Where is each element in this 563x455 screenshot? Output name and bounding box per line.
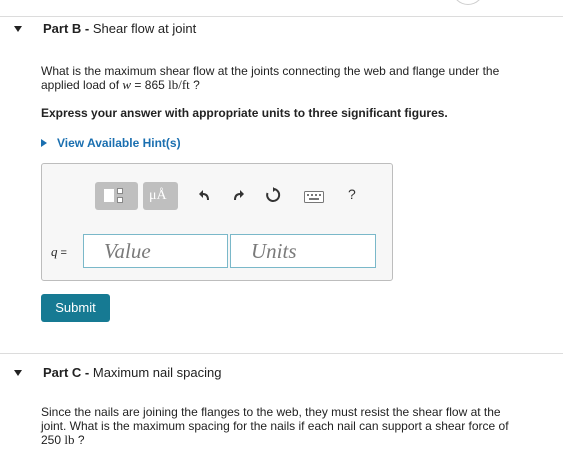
question-line-1: What is the maximum shear flow at the jo… (41, 64, 500, 78)
view-hints-link[interactable]: View Available Hint(s) (57, 136, 181, 150)
load-unit: lb/ft (168, 77, 190, 92)
symbols-button[interactable]: μÅ (143, 182, 178, 210)
collapse-part-b-icon[interactable] (14, 26, 22, 32)
nail-force-unit: lb (64, 432, 75, 447)
question-line-2: applied load of w = 865 lb/ft ? (41, 77, 556, 93)
part-b-title: Shear flow at joint (92, 21, 197, 36)
redo-icon[interactable] (231, 188, 245, 205)
question-prefix: applied load of (41, 78, 120, 92)
templates-icon-dot-2 (117, 197, 123, 203)
keyboard-icon[interactable] (304, 190, 324, 206)
answer-equals: = (57, 247, 67, 259)
part-c-question-end: ? (74, 433, 85, 447)
templates-icon-dot (117, 188, 123, 194)
answer-label: q = (51, 245, 67, 260)
part-c-line-1: Since the nails are joining the flanges … (41, 405, 501, 419)
top-divider (0, 16, 563, 17)
units-input[interactable]: Units (230, 234, 376, 268)
value-input[interactable]: Value (83, 234, 228, 268)
part-c-header[interactable]: Part C - Maximum nail spacing (43, 365, 221, 380)
templates-icon (104, 189, 114, 202)
part-b-dash: - (81, 21, 93, 36)
part-c-dash: - (81, 365, 93, 380)
load-variable: w (122, 77, 132, 92)
part-b-label: Part B (43, 21, 82, 36)
part-b-question: What is the maximum shear flow at the jo… (41, 64, 556, 92)
top-circle-fragment (452, 0, 484, 5)
value-placeholder: Value (104, 239, 151, 263)
submit-button[interactable]: Submit (41, 294, 110, 322)
part-c-label: Part C (43, 365, 82, 380)
part-c-title: Maximum nail spacing (92, 365, 222, 380)
part-c-question: Since the nails are joining the flanges … (41, 405, 556, 447)
instruction-text: Express your answer with appropriate uni… (41, 106, 448, 120)
mu-angstrom-label: μÅ (149, 188, 167, 203)
hint-arrow-icon (41, 139, 47, 147)
nail-force-value: 250 (41, 433, 65, 447)
collapse-part-c-icon[interactable] (14, 370, 22, 376)
help-icon[interactable]: ? (348, 186, 356, 202)
question-end: ? (189, 78, 200, 92)
templates-button[interactable] (95, 182, 138, 210)
reset-icon[interactable] (265, 187, 281, 206)
load-value: = 865 (131, 78, 169, 92)
part-c-divider (0, 353, 563, 354)
units-placeholder: Units (251, 239, 297, 263)
part-c-line-2: joint. What is the maximum spacing for t… (41, 419, 509, 433)
part-b-header[interactable]: Part B - Shear flow at joint (43, 21, 196, 36)
undo-icon[interactable] (198, 188, 212, 205)
part-c-line-3: 250 lb ? (41, 432, 556, 448)
